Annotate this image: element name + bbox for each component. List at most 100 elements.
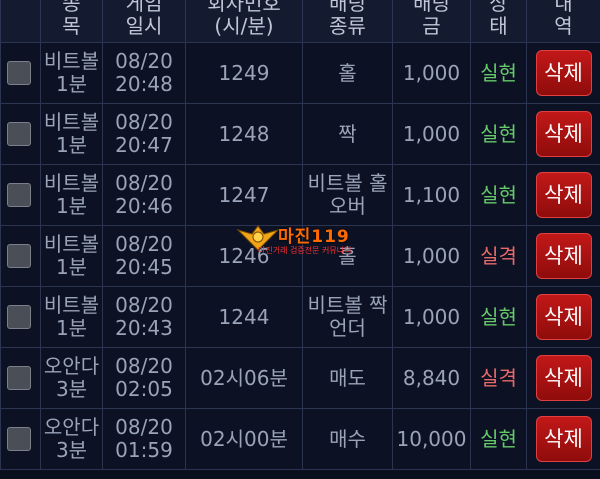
game-text: 비트볼 [43,232,100,256]
header-label: 배팅 [413,0,450,15]
header-label: 일시 [125,13,163,38]
delete-button[interactable]: 삭제 [535,355,592,401]
time-text: 08/20 [115,110,173,134]
select-cell [0,42,41,104]
status-cell: 실격 [470,225,527,287]
status-badge: 실현 [480,304,517,329]
round-cell: 02시06분 [185,347,303,409]
time-text: 20:46 [115,194,173,218]
game-text: 1분 [55,194,88,218]
game-text: 오안다 [43,415,100,439]
type-text: 오버 [329,194,366,218]
table-row: 오안다 3분 08/20 01:59 02시00분 매수 10,000 실현 삭제 [0,408,600,470]
time-cell: 08/20 02:05 [102,347,186,409]
row-checkbox[interactable] [7,122,31,147]
row-checkbox[interactable] [7,427,31,452]
round-cell: 1248 [185,103,303,165]
amount-cell: 1,100 [392,164,471,226]
header-label: 태 [489,13,508,38]
amount-cell: 1,000 [392,42,471,104]
amount-cell: 1,000 [392,103,471,165]
header-label: 역 [554,13,573,38]
game-text: 비트볼 [43,293,100,317]
header-game: 종목 [40,0,103,43]
header-row: 종 목 게임 일시 회차번호 (시/분) 배팅 종류 배팅 금 상 태 내 역 [0,0,600,43]
delete-button[interactable]: 삭제 [535,294,592,340]
bet-history-screen: 종 목 게임 일시 회차번호 (시/분) 배팅 종류 배팅 금 상 태 내 역 비트볼 1분 08/20 20:… [0,0,600,479]
row-checkbox[interactable] [7,61,31,86]
delete-button[interactable]: 삭제 [535,172,592,218]
history-cell: 삭제 [526,103,600,165]
bet-type-cell: 매수 [302,408,393,470]
delete-button[interactable]: 삭제 [535,111,592,157]
round-cell: 1247 [185,164,303,226]
row-checkbox[interactable] [7,183,31,208]
row-checkbox[interactable] [7,305,31,330]
select-cell [0,286,41,348]
status-cell: 실현 [470,408,527,470]
status-cell: 실격 [470,347,527,409]
time-text: 01:59 [115,438,173,462]
time-text: 20:43 [115,316,173,340]
time-text: 20:47 [115,133,173,157]
table-row: 비트볼 1분 08/20 20:46 1247 비트볼 홀 오버 1,100 실현 삭제 [0,164,600,226]
row-checkbox[interactable] [7,366,31,391]
header-label: 종류 [329,13,366,38]
select-cell [0,103,41,165]
game-text: 비트볼 [43,110,100,134]
header-status: 상태 [470,0,527,43]
time-text: 08/20 [115,49,173,73]
game-text: 오안다 [43,354,100,378]
history-cell: 삭제 [526,408,600,470]
game-text: 3분 [55,377,88,401]
status-badge: 실격 [480,243,517,268]
time-cell: 08/20 20:43 [102,286,186,348]
header-label: 배팅 [329,0,366,15]
time-text: 20:45 [115,255,173,279]
delete-button[interactable]: 삭제 [535,50,592,96]
status-cell: 실현 [470,42,527,104]
delete-button[interactable]: 삭제 [535,416,592,462]
type-text: 언더 [329,316,366,340]
table-row: 비트볼 1분 08/20 20:47 1248 짝 1,000 실현 삭제 [0,103,600,165]
row-checkbox[interactable] [7,244,31,269]
type-text: 비트볼 짝 [307,293,388,317]
delete-button[interactable]: 삭제 [535,233,592,279]
amount-cell: 8,840 [392,347,471,409]
header-time: 게임 일시 [102,0,186,43]
game-cell: 오안다 3분 [40,347,103,409]
time-text: 08/20 [115,415,173,439]
amount-cell: 1,000 [392,225,471,287]
status-cell: 실현 [470,164,527,226]
history-cell: 삭제 [526,286,600,348]
time-text: 08/20 [115,293,173,317]
time-text: 08/20 [115,171,173,195]
time-text: 02:05 [115,377,173,401]
header-label: 상 [489,0,508,15]
status-badge: 실현 [480,426,517,451]
game-cell: 비트볼 1분 [40,42,103,104]
header-label: (시/분) [214,13,274,38]
status-badge: 실현 [480,60,517,85]
game-cell: 비트볼 1분 [40,164,103,226]
bet-type-cell: 비트볼 홀 오버 [302,164,393,226]
header-label: 게임 [125,0,163,15]
game-text: 3분 [55,438,88,462]
watermark-subtitle: 마진거래 검증전문 커뮤니티 [258,246,352,255]
time-text: 08/20 [115,232,173,256]
type-text: 짝 [338,121,357,146]
table-row: 오안다 3분 08/20 02:05 02시06분 매도 8,840 실격 삭제 [0,347,600,409]
game-text: 1분 [55,72,88,96]
watermark-title: 마진119 [278,227,350,247]
header-label: 회차번호 [207,0,281,15]
amount-cell: 1,000 [392,286,471,348]
select-cell [0,225,41,287]
time-cell: 08/20 20:47 [102,103,186,165]
select-cell [0,164,41,226]
bet-type-cell: 매도 [302,347,393,409]
game-text: 비트볼 [43,49,100,73]
history-cell: 삭제 [526,225,600,287]
bet-type-cell: 비트볼 짝 언더 [302,286,393,348]
watermark-logo: 마진119 마진거래 검증전문 커뮤니티 [236,222,368,260]
bet-type-cell: 짝 [302,103,393,165]
